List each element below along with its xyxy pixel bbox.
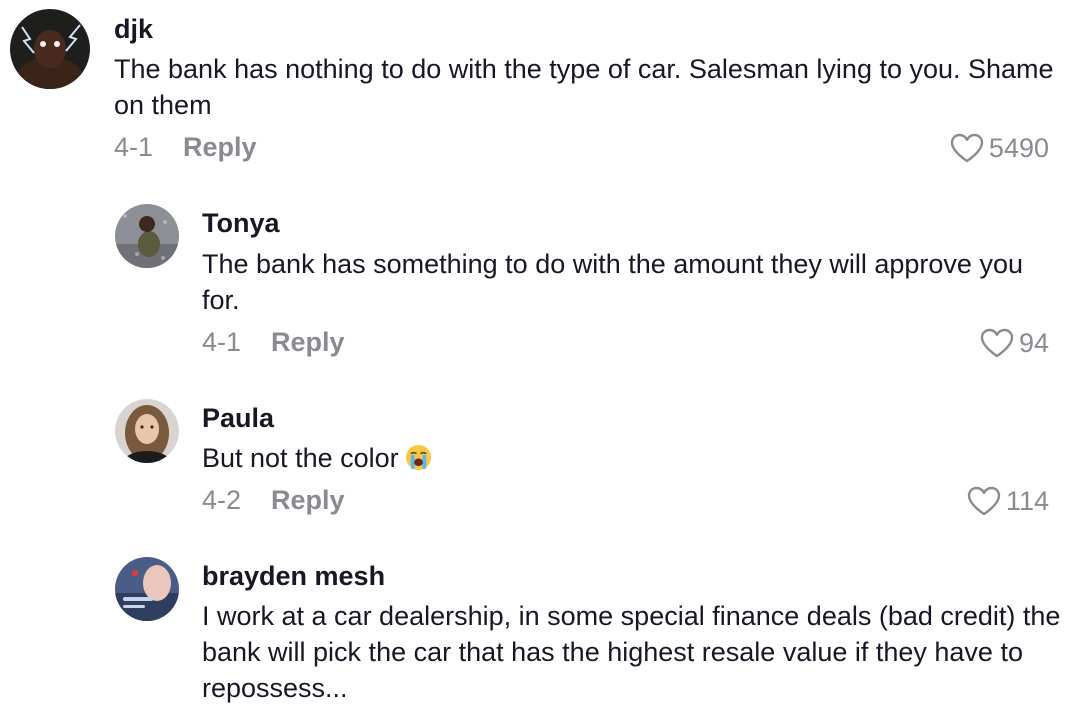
avatar-image [115,399,179,463]
comment-date: 4-2 [202,485,242,515]
username[interactable]: Paula [202,403,274,434]
comment-date: 4-1 [114,132,154,162]
like-button[interactable]: 94 [979,327,1049,359]
avatar-image [115,204,179,268]
avatar-image [115,557,179,621]
comment-meta: 4-1 Reply [202,327,345,358]
like-count: 5490 [988,132,1049,163]
heart-icon [950,133,984,163]
username[interactable]: djk [114,14,153,45]
avatar[interactable] [115,399,179,463]
username[interactable]: brayden mesh [202,561,385,592]
comment-text: The bank has something to do with the am… [202,249,1023,315]
avatar[interactable] [10,9,90,89]
comment-text: The bank has nothing to do with the type… [114,54,1054,120]
reply-button[interactable]: Reply [271,485,345,516]
reply-comment-brayden-mesh: brayden mesh I work at a car dealership,… [0,540,1074,716]
reply-button[interactable]: Reply [271,327,345,358]
reply-comment-paula: Paula But not the color 4-2 Reply 114 [0,380,1074,540]
comment-meta: 4-2 Reply [202,485,345,516]
like-count: 94 [1018,327,1049,358]
comment-text: I work at a car dealership, in some spec… [202,601,1061,703]
comment-djk: djk The bank has nothing to do with the … [0,0,1074,180]
reply-comment-tonya: Tonya The bank has something to do with … [0,180,1074,380]
comment-meta: 4-1 Reply [114,132,257,163]
comment-date: 4-1 [202,327,242,357]
loudly-crying-face-icon [405,444,431,471]
avatar[interactable] [115,557,179,621]
comment-text-body: But not the color [202,443,399,473]
heart-icon [980,328,1014,358]
like-button[interactable]: 114 [966,485,1049,517]
reply-button[interactable]: Reply [183,132,257,163]
like-count: 114 [1005,485,1049,516]
avatar[interactable] [115,204,179,268]
comment-text: But not the color [202,440,1062,476]
heart-icon [967,486,1001,516]
like-button[interactable]: 5490 [949,132,1049,164]
avatar-image [10,9,90,89]
username[interactable]: Tonya [202,208,280,239]
